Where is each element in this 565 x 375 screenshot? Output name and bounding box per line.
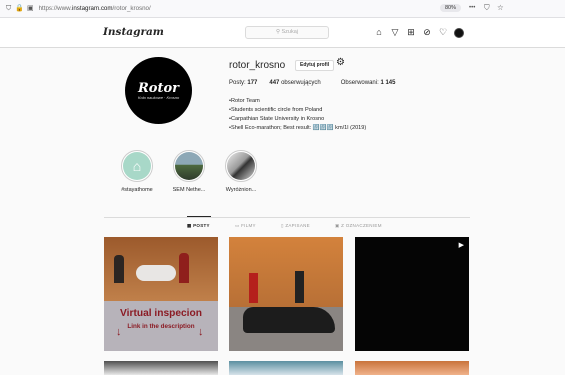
avatar-logo-subtext: Koło naukowe · Krosno bbox=[137, 94, 180, 100]
instagram-header: Instagram ⚲ Szukaj ⌂ ▽ ⊞ ⊘ ♡ bbox=[0, 18, 565, 48]
home-icon: ⌂ bbox=[123, 152, 151, 180]
followers-stat[interactable]: 447 obserwujących bbox=[269, 80, 320, 86]
highlight-label: #stayathome bbox=[121, 187, 153, 193]
post-thumbnail[interactable] bbox=[229, 237, 343, 351]
profile-bio: •Rotor Team •Students scientific circle … bbox=[229, 97, 366, 133]
zoom-level[interactable]: 80% bbox=[440, 4, 462, 12]
permissions-icon[interactable]: ▣ bbox=[27, 5, 34, 12]
bookmark-star-icon[interactable]: ☆ bbox=[497, 3, 504, 12]
highlight-sem-netherlands[interactable]: SEM Nethe... bbox=[166, 150, 212, 193]
post-title: Virtual inspecion bbox=[120, 308, 202, 319]
tab-saved[interactable]: ▯ ZAPISANE bbox=[281, 223, 310, 229]
direct-messages-icon[interactable]: ▽ bbox=[390, 27, 400, 37]
bio-line: •Students scientific circle from Poland bbox=[229, 107, 323, 113]
active-tab-indicator bbox=[187, 216, 211, 217]
shield-icon[interactable]: ⛉ bbox=[6, 5, 11, 12]
following-stat[interactable]: Obserwowani: 1 145 bbox=[341, 80, 396, 86]
highlight-cover bbox=[173, 150, 205, 182]
post-thumbnail-video[interactable]: ▶ bbox=[355, 237, 469, 351]
avatar-logo-text: Rotor bbox=[138, 80, 179, 96]
arrow-down-icon: ↓ bbox=[198, 326, 204, 338]
posts-stat: Posty: 177 bbox=[229, 80, 258, 86]
car-figure bbox=[243, 307, 335, 333]
profile-avatar-icon[interactable] bbox=[454, 28, 464, 38]
bio-line: •Rotor Team bbox=[229, 98, 260, 104]
bio-line: •Shell Eco-marathon; Best result: 🔢🔢🔢 km… bbox=[229, 125, 367, 131]
profile-stats: Posty: 177 447 obserwujących Obserwowani… bbox=[229, 80, 395, 86]
highlight-cover bbox=[225, 150, 257, 182]
person-figure bbox=[249, 273, 258, 303]
bio-line: •Carpathian State University in Krosno bbox=[229, 116, 325, 122]
activity-heart-icon[interactable]: ♡ bbox=[438, 27, 448, 37]
person-figure bbox=[179, 253, 189, 283]
page-actions-menu-icon[interactable]: ••• bbox=[469, 5, 475, 11]
tab-tagged[interactable]: ▣ Z OZNACZENIEM bbox=[335, 223, 382, 229]
search-placeholder: Szukaj bbox=[281, 29, 299, 35]
highlight-stayathome[interactable]: ⌂ #stayathome bbox=[114, 150, 160, 193]
home-icon[interactable]: ⌂ bbox=[374, 27, 384, 37]
explore-icon[interactable]: ⊘ bbox=[422, 27, 432, 37]
highlight-label: Wyróżnion... bbox=[225, 187, 257, 193]
car-figure bbox=[136, 265, 176, 281]
highlight-cover: ⌂ bbox=[121, 150, 153, 182]
settings-gear-icon[interactable]: ⚙ bbox=[336, 57, 345, 68]
post-thumbnail[interactable]: Virtual inspecion Link in the descriptio… bbox=[104, 237, 218, 351]
person-figure bbox=[295, 271, 304, 303]
edit-profile-button[interactable]: Edytuj profil bbox=[295, 60, 335, 71]
highlight-image bbox=[175, 152, 203, 180]
highlight-featured[interactable]: Wyróżnion... bbox=[218, 150, 264, 193]
post-thumbnail[interactable] bbox=[355, 361, 469, 375]
lock-icon[interactable]: 🔒 bbox=[15, 5, 24, 12]
address-bar[interactable]: https://www.instagram.com/rotor_krosno/ bbox=[39, 5, 151, 12]
post-photo bbox=[229, 237, 343, 307]
post-caption-banner: Virtual inspecion Link in the descriptio… bbox=[104, 301, 218, 351]
video-play-icon: ▶ bbox=[458, 242, 464, 249]
arrow-down-icon: ↓ bbox=[116, 326, 122, 338]
profile-avatar[interactable]: Rotor Koło naukowe · Krosno bbox=[125, 57, 192, 124]
browser-toolbar: ⛉ 🔒 ▣ https://www.instagram.com/rotor_kr… bbox=[0, 0, 565, 18]
profile-username: rotor_krosno bbox=[229, 60, 286, 71]
pocket-icon[interactable]: ⛉ bbox=[484, 3, 490, 13]
post-thumbnail[interactable] bbox=[229, 361, 343, 375]
post-thumbnail[interactable] bbox=[104, 361, 218, 375]
highlight-label: SEM Nethe... bbox=[172, 187, 206, 193]
person-figure bbox=[114, 255, 124, 283]
search-input[interactable]: ⚲ Szukaj bbox=[245, 26, 329, 39]
tabs-divider bbox=[104, 217, 470, 218]
instagram-logo[interactable]: Instagram bbox=[103, 26, 164, 38]
new-post-icon[interactable]: ⊞ bbox=[406, 27, 416, 37]
tab-posts[interactable]: ▦ POSTY bbox=[187, 223, 210, 229]
nav-icons: ⌂ ▽ ⊞ ⊘ ♡ bbox=[374, 27, 464, 38]
highlight-image bbox=[227, 152, 255, 180]
tab-films[interactable]: ▭ FILMY bbox=[235, 223, 256, 229]
